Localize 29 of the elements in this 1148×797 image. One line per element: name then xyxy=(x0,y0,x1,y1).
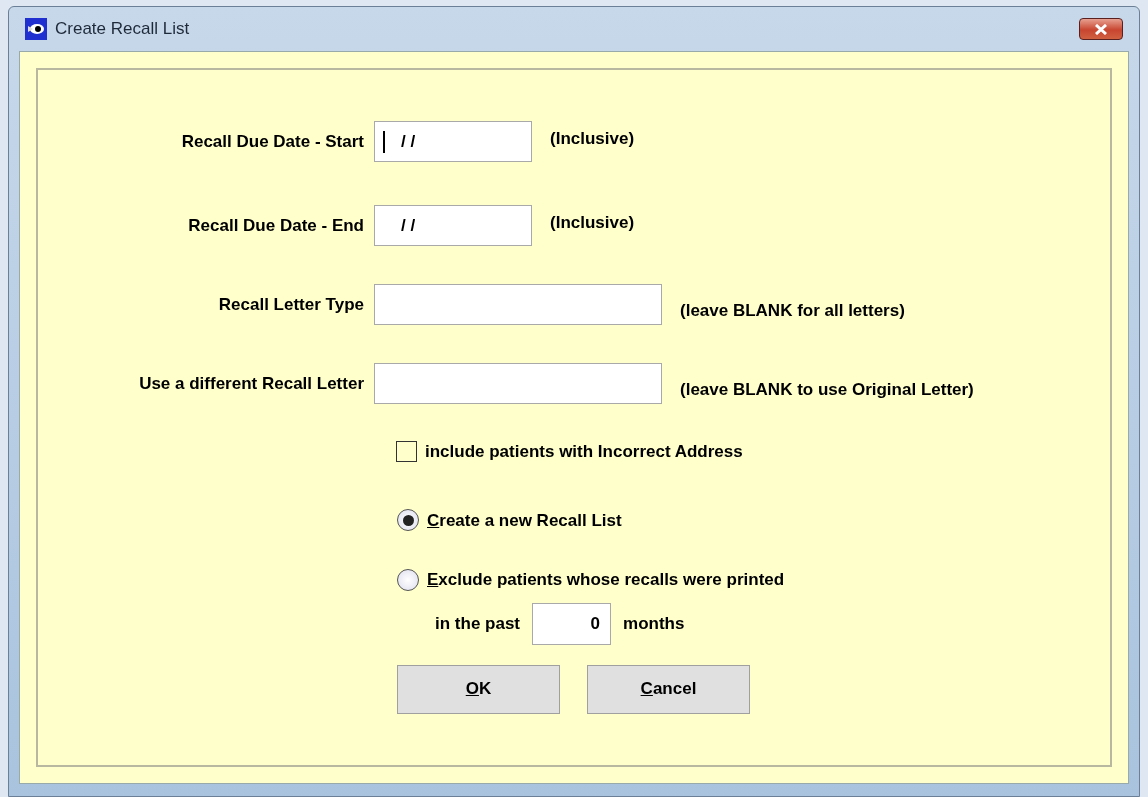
field-value: / / xyxy=(400,130,416,153)
months-label: months xyxy=(623,612,685,635)
checkbox-label: include patients with Incorrect Address xyxy=(425,441,743,463)
field-label: Recall Due Date - Start xyxy=(180,130,365,153)
app-icon xyxy=(25,18,47,40)
ok-button[interactable]: OK xyxy=(397,664,560,714)
field-hint: (Inclusive) xyxy=(549,211,635,234)
field-hint: (Inclusive) xyxy=(549,127,635,150)
text-field[interactable] xyxy=(374,284,662,325)
months-field[interactable]: 0 xyxy=(532,602,611,645)
checkbox[interactable] xyxy=(396,441,417,463)
cancel-button[interactable]: Cancel xyxy=(587,664,750,714)
field-hint: (leave BLANK for all letters) xyxy=(679,299,905,322)
field-value: / / xyxy=(400,214,416,237)
date-field[interactable]: / / xyxy=(374,205,532,246)
field-label: Use a different Recall Letter xyxy=(138,372,365,395)
field-hint: (leave BLANK to use Original Letter) xyxy=(679,378,974,401)
field-label: Recall Due Date - End xyxy=(187,214,365,237)
radio-button[interactable] xyxy=(397,509,419,532)
window-title: Create Recall List xyxy=(55,18,191,41)
radio-button[interactable] xyxy=(397,568,419,591)
date-field[interactable]: / / xyxy=(374,121,532,162)
close-icon xyxy=(1095,23,1107,35)
past-label: in the past xyxy=(435,612,520,635)
close-button[interactable] xyxy=(1079,18,1123,40)
field-label: Recall Letter Type xyxy=(217,293,365,316)
text-field[interactable] xyxy=(374,363,662,404)
radio-label: Exclude patients whose recalls were printed xyxy=(427,569,785,591)
radio-label: Create a new Recall List xyxy=(427,509,622,532)
